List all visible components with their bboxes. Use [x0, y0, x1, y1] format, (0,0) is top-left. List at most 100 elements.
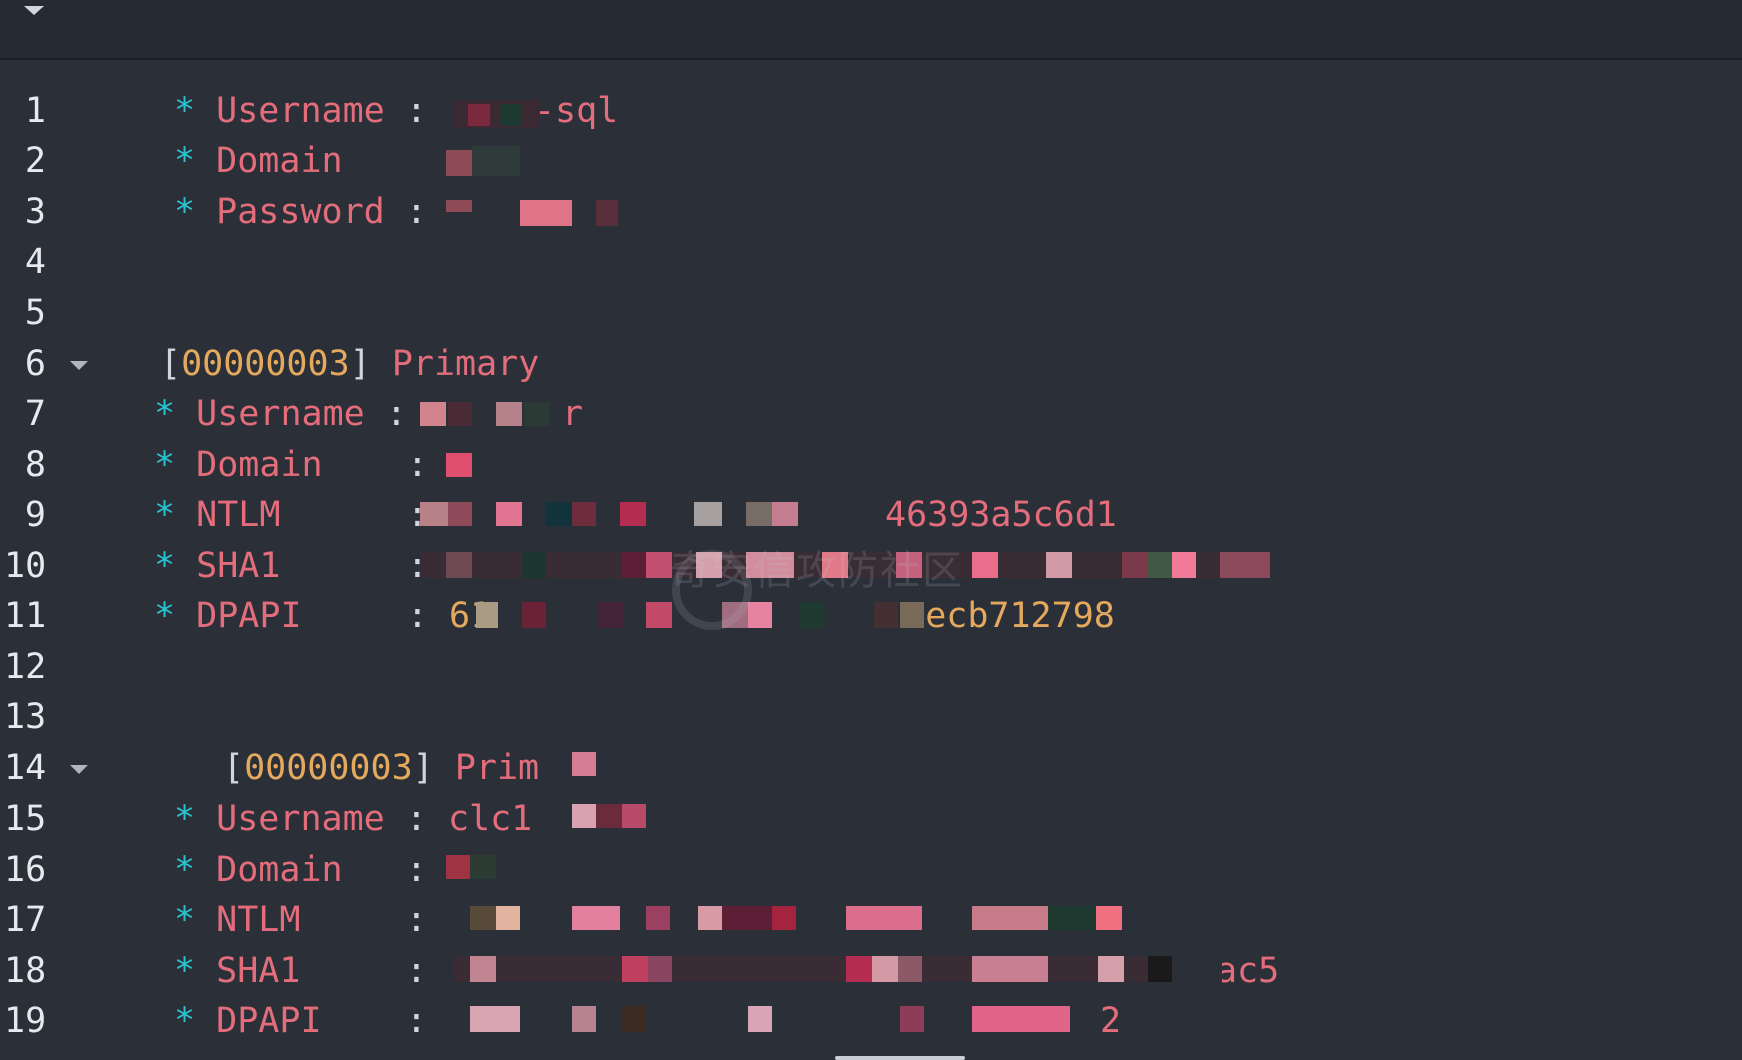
field-key: DPAPI	[196, 596, 302, 636]
code-line: 16 * Domain :	[0, 845, 1742, 895]
code-text: * Username : r	[154, 395, 583, 433]
code-line: 9 * NTLM : 46393a5c6d1	[0, 490, 1742, 540]
section-label: Primary	[391, 344, 540, 384]
separator: :	[385, 394, 407, 434]
field-key: Username	[216, 91, 385, 131]
field-key: Username	[216, 799, 385, 839]
field-value: r	[561, 394, 584, 434]
session-number: 00000003	[181, 344, 350, 384]
line-number: 2	[24, 141, 46, 181]
field-key: Username	[196, 394, 365, 434]
separator: :	[405, 850, 427, 890]
code-line: 5	[0, 288, 1742, 338]
line-number: 9	[24, 495, 46, 535]
bracket: ]	[349, 344, 371, 384]
code-text: * Username : clc1	[174, 800, 532, 838]
line-number: 15	[4, 799, 47, 839]
field-value: clc1	[447, 799, 533, 839]
separator: :	[405, 1001, 427, 1041]
line-number: 12	[4, 647, 47, 687]
code-line: 13	[0, 692, 1742, 742]
bullet: *	[174, 951, 196, 991]
code-line: 1 * Username : -sql	[0, 86, 1742, 136]
section-label: Prim	[454, 748, 540, 788]
code-line: 18 * SHA1 : ac5	[0, 946, 1742, 996]
code-text: * DPAPI : 61 ecb712798	[154, 597, 1115, 635]
code-line: 14 [00000003] Prim	[0, 743, 1742, 793]
bracket: [	[223, 748, 245, 788]
bracket: [	[160, 344, 182, 384]
field-key: SHA1	[216, 951, 301, 991]
bullet: *	[174, 192, 196, 232]
line-number: 16	[4, 850, 47, 890]
field-value-prefix: 61	[449, 596, 492, 636]
field-key: NTLM	[216, 900, 301, 940]
field-key: Password	[216, 192, 385, 232]
separator: :	[405, 951, 427, 991]
line-number: 1	[24, 91, 46, 131]
code-text: [00000003] Primary	[160, 345, 539, 383]
line-number: 10	[4, 546, 47, 586]
code-text: * NTLM : 46393a5c6d1	[154, 496, 1117, 534]
code-line: 11 * DPAPI : 61 ecb712798	[0, 591, 1742, 641]
bracket: ]	[412, 748, 434, 788]
line-number: 13	[4, 697, 47, 737]
code-line: 4	[0, 237, 1742, 287]
code-line: 17 * NTLM :	[0, 895, 1742, 945]
line-number: 19	[4, 1001, 47, 1041]
code-text: * Username : -sql	[174, 92, 618, 130]
code-line: 2 * Domain	[0, 136, 1742, 186]
session-number: 00000003	[244, 748, 413, 788]
separator: :	[405, 799, 427, 839]
code-text: [00000003] Prim	[223, 749, 539, 787]
line-number: 3	[24, 192, 46, 232]
code-text: * Domain :	[174, 851, 427, 889]
line-number: 17	[4, 900, 47, 940]
field-key: Domain	[216, 850, 343, 890]
separator: :	[406, 596, 428, 636]
bullet: *	[174, 1001, 196, 1041]
field-value: -sql	[533, 91, 619, 131]
watermark: 奇安信攻防社区	[670, 548, 964, 594]
field-key: DPAPI	[216, 1001, 322, 1041]
code-text: * SHA1 : ac5	[174, 952, 1279, 990]
code-line: 15 * Username : clc1	[0, 794, 1742, 844]
field-value: 2	[1099, 1001, 1122, 1041]
code-editor[interactable]: 1 * Username : -sql 2 * Domain 3 * Passw…	[0, 58, 1742, 1060]
field-key: Domain	[216, 141, 343, 181]
code-line: 6 [00000003] Primary	[0, 339, 1742, 389]
bullet: *	[174, 850, 196, 890]
fold-arrow-icon[interactable]	[70, 361, 88, 370]
line-number: 4	[24, 242, 46, 282]
code-text: * Domain :	[154, 446, 428, 484]
code-line: 19 * DPAPI : 2	[0, 996, 1742, 1046]
separator: :	[406, 495, 428, 535]
field-value: 46393a5c6d1	[885, 495, 1117, 535]
bullet: *	[174, 799, 196, 839]
code-text: * Domain	[174, 142, 343, 180]
field-key: NTLM	[196, 495, 281, 535]
line-number: 6	[24, 344, 46, 384]
bullet: *	[174, 900, 196, 940]
scrollbar-thumb[interactable]	[835, 1056, 965, 1060]
bullet: *	[154, 596, 176, 636]
field-key: SHA1	[196, 546, 281, 586]
collapse-caret-icon[interactable]	[24, 6, 44, 15]
bullet: *	[154, 546, 176, 586]
fold-arrow-icon[interactable]	[70, 765, 88, 774]
line-number: 7	[24, 394, 46, 434]
separator: :	[405, 192, 427, 232]
code-line: 12	[0, 642, 1742, 692]
bullet: *	[154, 445, 176, 485]
code-text: * DPAPI : 2	[174, 1002, 1121, 1040]
separator: :	[406, 546, 428, 586]
field-value: ac5	[1215, 951, 1280, 991]
line-number: 11	[4, 596, 47, 636]
editor-toolbar	[0, 0, 1742, 60]
separator: :	[406, 445, 428, 485]
line-number: 8	[24, 445, 46, 485]
code-line: 3 * Password :	[0, 187, 1742, 237]
separator: :	[405, 900, 427, 940]
bullet: *	[174, 141, 196, 181]
code-text: * Password :	[174, 193, 427, 231]
